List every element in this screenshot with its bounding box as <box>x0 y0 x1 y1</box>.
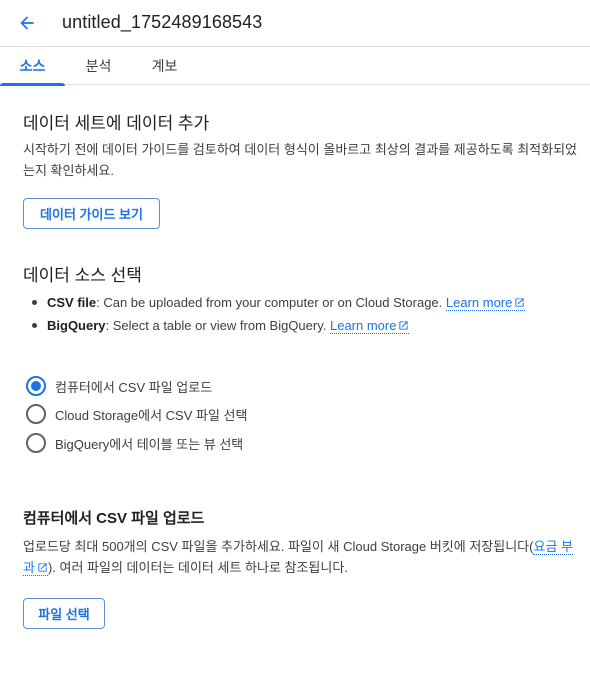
bigquery-learn-more-label: Learn more <box>329 318 397 333</box>
bullet-csv-title: CSV file <box>47 295 97 310</box>
tab-lineage[interactable]: 계보 <box>133 47 196 85</box>
source-bullet-list: CSV file: Can be uploaded from your comp… <box>30 292 570 338</box>
view-data-guide-button[interactable]: 데이터 가이드 보기 <box>23 198 160 229</box>
upload-desc-before: 업로드당 최대 500개의 CSV 파일을 추가하세요. 파일이 새 Cloud… <box>23 539 534 554</box>
source-select-heading: 데이터 소스 선택 <box>23 266 142 285</box>
radio-button[interactable] <box>26 404 46 424</box>
bullet-bigquery-text: : Select a table or view from BigQuery. <box>105 318 330 333</box>
radio-cloud-storage-label: Cloud Storage에서 CSV 파일 선택 <box>55 407 248 423</box>
arrow-back-icon <box>20 16 34 30</box>
radio-upload-csv[interactable]: 컴퓨터에서 CSV 파일 업로드 <box>26 375 212 397</box>
bullet-dot <box>32 300 37 305</box>
bigquery-learn-more-link[interactable]: Learn more <box>329 318 410 334</box>
open-in-new-icon <box>515 298 524 307</box>
bullet-csv-text: : Can be uploaded from your computer or … <box>96 295 446 310</box>
radio-button[interactable] <box>26 433 46 453</box>
radio-button-checked[interactable] <box>26 376 46 396</box>
upload-desc-after: ). 여러 파일의 데이터는 데이터 세트 하나로 참조됩니다. <box>47 560 348 575</box>
bullet-csv: CSV file: Can be uploaded from your comp… <box>30 292 570 313</box>
bullet-dot <box>32 323 37 328</box>
radio-bigquery-label: BigQuery에서 테이블 또는 뷰 선택 <box>55 436 244 452</box>
radio-cloud-storage[interactable]: Cloud Storage에서 CSV 파일 선택 <box>26 403 247 425</box>
tab-lineage-label: 계보 <box>151 58 178 74</box>
select-file-button[interactable]: 파일 선택 <box>23 598 105 629</box>
radio-upload-csv-label: 컴퓨터에서 CSV 파일 업로드 <box>55 379 213 395</box>
tab-analysis-label: 분석 <box>85 58 112 74</box>
app-header: untitled_1752489168543 <box>0 0 590 46</box>
open-in-new-icon <box>399 321 409 330</box>
tab-analysis[interactable]: 분석 <box>67 47 130 85</box>
back-button[interactable] <box>14 10 40 36</box>
active-tab-indicator <box>0 83 65 86</box>
tab-source[interactable]: 소스 <box>0 47 65 86</box>
bullet-bigquery-title: BigQuery <box>47 318 106 333</box>
add-data-description: 시작하기 전에 데이터 가이드를 검토하여 데이터 형식이 올바르고 최상의 결… <box>23 142 578 178</box>
upload-description: 업로드당 최대 500개의 CSV 파일을 추가하세요. 파일이 새 Cloud… <box>23 536 581 578</box>
add-data-heading: 데이터 세트에 데이터 추가 <box>23 114 210 133</box>
dataset-title: untitled_1752489168543 <box>62 12 263 32</box>
radio-bigquery[interactable]: BigQuery에서 테이블 또는 뷰 선택 <box>26 432 243 454</box>
bullet-bigquery: BigQuery: Select a table or view from Bi… <box>30 315 570 336</box>
tab-source-label: 소스 <box>19 58 46 74</box>
csv-learn-more-label: Learn more <box>445 295 513 310</box>
upload-heading: 컴퓨터에서 CSV 파일 업로드 <box>23 510 205 527</box>
open-in-new-icon <box>38 563 47 572</box>
tab-bar: 소스 분석 계보 <box>0 46 590 86</box>
csv-learn-more-link[interactable]: Learn more <box>445 295 526 311</box>
